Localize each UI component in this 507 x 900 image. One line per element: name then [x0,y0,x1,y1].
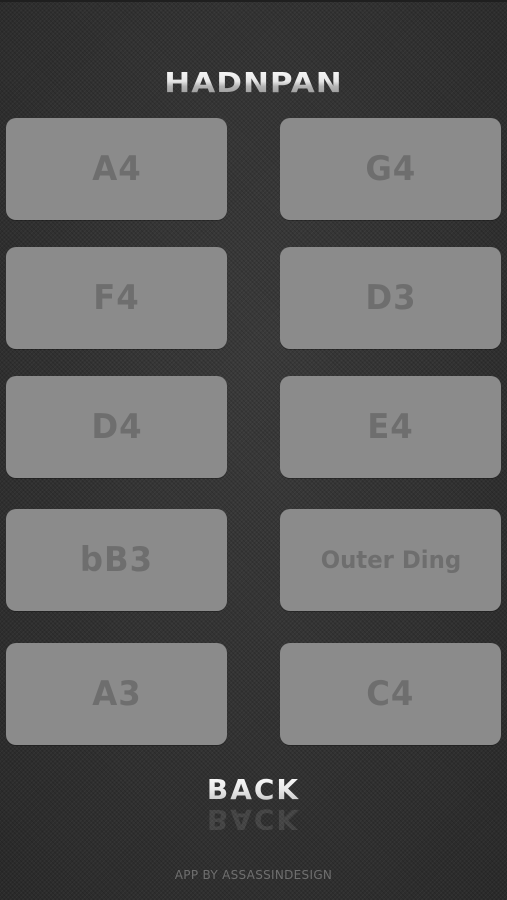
top-edge-divider [0,0,507,2]
footer-credit: APP BY ASSASSINDESIGN [174,868,333,882]
pad-button-a3[interactable]: A3 [6,643,227,745]
pad-label: A4 [91,149,142,189]
pad-label: D4 [90,407,143,447]
pad-label: A3 [91,674,142,714]
pad-button-a4[interactable]: A4 [6,118,227,220]
pad-label: bB3 [79,540,154,580]
back-area: BACK BACK [0,772,507,832]
back-label-reflection: BACK [206,808,301,830]
pad-label: F4 [93,278,140,318]
pad-button-bb3[interactable]: bB3 [6,509,227,611]
pad-button-outer-ding[interactable]: Outer Ding [280,509,501,611]
pad-label: D3 [364,278,417,318]
pad-button-d3[interactable]: D3 [280,247,501,349]
header: HADNPAN [0,64,507,108]
app-title: HADNPAN [164,66,343,100]
back-button[interactable]: BACK BACK [207,772,300,830]
pad-button-g4[interactable]: G4 [280,118,501,220]
pad-button-c4[interactable]: C4 [280,643,501,745]
pad-label: E4 [367,407,414,447]
pad-label: C4 [366,674,415,714]
pad-label: Outer Ding [320,546,461,574]
pad-button-d4[interactable]: D4 [6,376,227,478]
pad-label: G4 [365,149,416,189]
pad-button-e4[interactable]: E4 [280,376,501,478]
pad-button-f4[interactable]: F4 [6,247,227,349]
back-label: BACK [206,773,301,806]
